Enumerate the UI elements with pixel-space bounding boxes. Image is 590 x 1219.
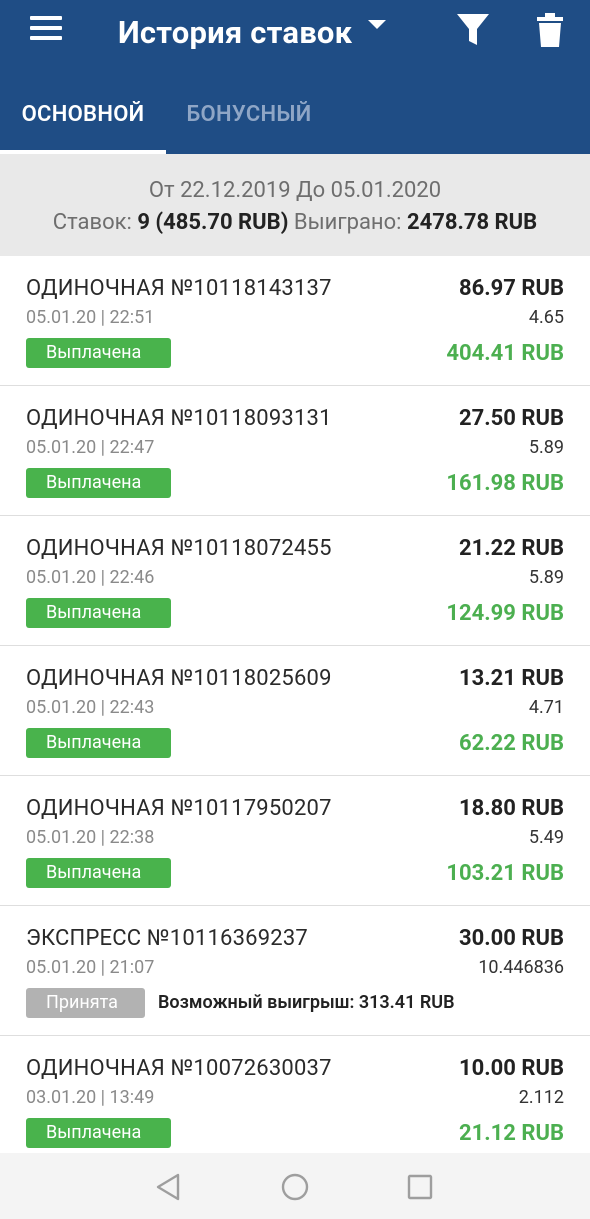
caret-down-icon — [368, 19, 387, 29]
square-recent-icon[interactable] — [407, 1174, 433, 1200]
triangle-back-icon[interactable] — [155, 1173, 181, 1201]
bet-item[interactable]: ОДИНОЧНАЯ №10118093131 05.01.20 | 22:47 … — [0, 386, 590, 516]
bet-odds: 5.49 — [528, 827, 564, 848]
date-range: От 22.12.2019 До 05.01.2020 — [148, 178, 442, 203]
status-badge: Выплачена — [26, 1118, 171, 1148]
bet-title: ЭКСПРЕСС №10116369237 — [26, 926, 308, 951]
bet-date: 05.01.20 | 22:38 — [26, 827, 155, 848]
status-badge: Выплачена — [26, 468, 171, 498]
bet-title: ОДИНОЧНАЯ №10118072455 — [26, 536, 332, 561]
bet-odds: 2.112 — [518, 1087, 564, 1108]
bet-win: 404.41 RUB — [446, 341, 564, 366]
bet-win: 161.98 RUB — [446, 471, 564, 496]
toolbar: История ставок — [0, 0, 590, 64]
tab-bonus-label: БОНУСНЫЙ — [186, 102, 312, 127]
bet-item[interactable]: ОДИНОЧНАЯ №10118025609 05.01.20 | 22:43 … — [0, 646, 590, 776]
title-dropdown[interactable]: История ставок — [118, 10, 387, 54]
bet-item[interactable]: ОДИНОЧНАЯ №10117950207 05.01.20 | 22:38 … — [0, 776, 590, 906]
bet-title: ОДИНОЧНАЯ №10118025609 — [26, 666, 332, 691]
bet-date: 05.01.20 | 21:07 — [26, 957, 155, 978]
status-badge: Выплачена — [26, 598, 171, 628]
possible-win: Возможный выигрыш: 313.41 RUB — [158, 992, 455, 1013]
status-badge: Выплачена — [26, 858, 171, 888]
status-badge: Выплачена — [26, 728, 171, 758]
bets-count-value: 9 (485.70 RUB) — [137, 210, 289, 235]
bet-title: ОДИНОЧНАЯ №10072630037 — [26, 1056, 332, 1081]
bet-date: 05.01.20 | 22:46 — [26, 567, 155, 588]
bet-odds: 5.89 — [528, 567, 564, 588]
bet-summary: От 22.12.2019 До 05.01.2020 Ставок: 9 (4… — [0, 154, 590, 256]
bet-item[interactable]: ОДИНОЧНАЯ №10118143137 05.01.20 | 22:51 … — [0, 256, 590, 386]
filter-icon[interactable] — [456, 12, 490, 48]
bet-list: ОДИНОЧНАЯ №10118143137 05.01.20 | 22:51 … — [0, 256, 590, 1166]
bet-title: ОДИНОЧНАЯ №10117950207 — [26, 796, 332, 821]
bet-odds: 5.89 — [528, 437, 564, 458]
status-badge: Принята — [26, 988, 145, 1018]
bet-date: 03.01.20 | 13:49 — [26, 1087, 155, 1108]
bet-win: 103.21 RUB — [446, 861, 564, 886]
bet-odds: 4.71 — [528, 697, 564, 718]
tab-main[interactable]: ОСНОВНОЙ — [0, 90, 166, 154]
bet-stake: 13.21 RUB — [459, 666, 564, 691]
won-label: Выиграно: — [293, 210, 402, 235]
won-value: 2478.78 RUB — [406, 210, 538, 235]
bet-stake: 30.00 RUB — [459, 926, 564, 951]
bet-odds: 4.65 — [528, 307, 564, 328]
bet-stake: 18.80 RUB — [459, 796, 564, 821]
tab-bonus[interactable]: БОНУСНЫЙ — [166, 90, 332, 154]
bet-stake: 10.00 RUB — [459, 1056, 564, 1081]
bet-item[interactable]: ЭКСПРЕСС №10116369237 05.01.20 | 21:07 П… — [0, 906, 590, 1036]
bet-win: 21.12 RUB — [459, 1121, 564, 1146]
bet-stake: 21.22 RUB — [459, 536, 564, 561]
circle-home-icon[interactable] — [281, 1173, 309, 1201]
bet-odds: 10.446836 — [478, 957, 564, 978]
bet-win: 124.99 RUB — [446, 601, 564, 626]
trash-icon[interactable] — [536, 12, 564, 48]
bet-date: 05.01.20 | 22:43 — [26, 697, 155, 718]
bet-date: 05.01.20 | 22:47 — [26, 437, 155, 458]
system-nav-bar — [0, 1153, 590, 1219]
totals-line: Ставок: 9 (485.70 RUB) Выиграно: 2478.78… — [0, 210, 590, 235]
bet-stake: 27.50 RUB — [459, 406, 564, 431]
app-bar: История ставок ОСНОВНОЙ БОНУСНЫЙ — [0, 0, 590, 154]
bet-item[interactable]: ОДИНОЧНАЯ №10118072455 05.01.20 | 22:46 … — [0, 516, 590, 646]
bet-date: 05.01.20 | 22:51 — [26, 307, 155, 328]
bet-title: ОДИНОЧНАЯ №10118143137 — [26, 276, 332, 301]
bets-count-label: Ставок: — [52, 210, 132, 235]
status-badge: Выплачена — [26, 338, 171, 368]
bet-item[interactable]: ОДИНОЧНАЯ №10072630037 03.01.20 | 13:49 … — [0, 1036, 590, 1166]
page-title: История ставок — [118, 13, 353, 51]
bet-stake: 86.97 RUB — [459, 276, 564, 301]
bet-win: 62.22 RUB — [459, 731, 564, 756]
tab-main-label: ОСНОВНОЙ — [21, 102, 145, 127]
bet-title: ОДИНОЧНАЯ №10118093131 — [26, 406, 332, 431]
tab-bar: ОСНОВНОЙ БОНУСНЫЙ — [0, 90, 590, 154]
menu-icon[interactable] — [30, 16, 62, 42]
